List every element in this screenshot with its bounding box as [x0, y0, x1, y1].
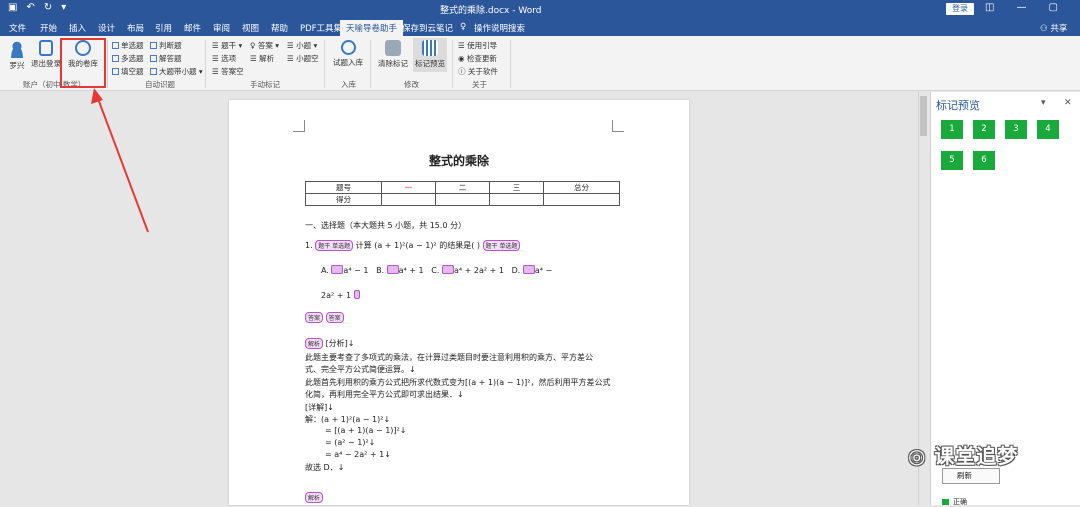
legend-label: 正确 [953, 497, 967, 507]
pane-menu-icon[interactable]: ▾ [1041, 98, 1046, 108]
scrollbar-thumb[interactable] [920, 96, 927, 136]
mark-button-5[interactable]: 5 [941, 151, 963, 170]
watermark: ◎ 课堂追梦 [908, 440, 1018, 469]
refresh-button[interactable]: 刷新 [942, 468, 1000, 484]
arrow-shaft [97, 96, 148, 232]
mark-button-6[interactable]: 6 [973, 151, 995, 170]
wechat-icon: ◎ [908, 444, 934, 468]
mark-button-4[interactable]: 4 [1037, 120, 1059, 139]
mark-button-2[interactable]: 2 [973, 120, 995, 139]
legend-swatch [942, 499, 949, 505]
mark-button-3[interactable]: 3 [1005, 120, 1027, 139]
pane-title: 标记预览 [936, 97, 980, 113]
refresh-label: 刷新 [957, 471, 972, 480]
arrow-head [91, 88, 103, 104]
watermark-text: 课堂追梦 [934, 444, 1018, 468]
mark-button-1[interactable]: 1 [941, 120, 963, 139]
pane-close-icon[interactable]: ✕ [1064, 98, 1072, 108]
